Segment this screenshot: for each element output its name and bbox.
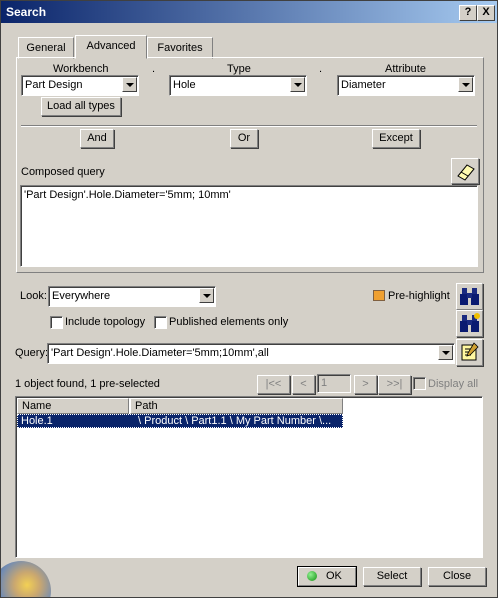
title-bar: Search ? X xyxy=(1,1,497,23)
close-window-button[interactable]: X xyxy=(477,5,495,21)
row-name: Hole.1 xyxy=(21,415,53,427)
published-only-checkbox[interactable] xyxy=(154,316,167,329)
results-status: 1 object found, 1 pre-selected xyxy=(15,378,160,390)
and-button[interactable]: And xyxy=(80,129,114,148)
display-all-checkbox[interactable] xyxy=(413,377,426,390)
chevron-down-icon[interactable] xyxy=(438,345,453,360)
column-path-label: Path xyxy=(135,400,158,412)
include-topology-checkbox[interactable] xyxy=(50,316,63,329)
column-header-name[interactable]: Name xyxy=(17,398,129,414)
look-combo[interactable]: Everywhere xyxy=(48,286,216,307)
tab-favorites[interactable]: Favorites xyxy=(147,37,213,59)
ok-label: OK xyxy=(326,570,342,582)
dot-separator: . xyxy=(319,63,323,75)
composed-query-area[interactable]: 'Part Design'.Hole.Diameter='5mm; 10mm' xyxy=(20,185,478,267)
prev-page-button[interactable]: < xyxy=(292,375,315,394)
ok-button-frame[interactable]: OK xyxy=(297,566,357,587)
row-path: \ Product \ Part1.1 \ My Part Number \..… xyxy=(138,415,332,427)
divider xyxy=(21,125,477,127)
column-header-path[interactable]: Path xyxy=(130,398,343,414)
search-dialog: Search ? X General Advanced Favorites Wo… xyxy=(0,0,498,598)
composed-query-label: Composed query xyxy=(21,166,105,178)
page-number-field[interactable]: 1 xyxy=(317,374,351,393)
attribute-combo[interactable]: Diameter xyxy=(337,75,475,96)
logo-icon xyxy=(1,561,51,597)
prehighlight-label: Pre-highlight xyxy=(388,290,450,302)
published-only-label: Published elements only xyxy=(169,316,289,328)
look-value: Everywhere xyxy=(52,290,111,302)
advanced-panel: Workbench . Type . Attribute Part Design… xyxy=(16,57,484,273)
query-value: 'Part Design'.Hole.Diameter='5mm;10mm',a… xyxy=(51,347,269,359)
or-button[interactable]: Or xyxy=(230,129,258,148)
next-page-button[interactable]: > xyxy=(354,375,377,394)
workbench-value: Part Design xyxy=(25,79,83,91)
type-label: Type xyxy=(227,63,251,75)
load-all-types-button[interactable]: Load all types xyxy=(41,97,121,116)
chevron-down-icon[interactable] xyxy=(290,77,305,92)
select-button[interactable]: Select xyxy=(363,567,421,586)
attribute-value: Diameter xyxy=(341,79,386,91)
column-name-label: Name xyxy=(22,400,52,412)
display-all-label: Display all xyxy=(428,378,479,390)
query-combo[interactable]: 'Part Design'.Hole.Diameter='5mm;10mm',a… xyxy=(47,343,455,364)
notepad-icon xyxy=(461,342,479,361)
type-value: Hole xyxy=(173,79,196,91)
tab-advanced[interactable]: Advanced xyxy=(75,35,147,59)
add-favorite-button[interactable] xyxy=(456,339,483,366)
except-button[interactable]: Except xyxy=(372,129,420,148)
ok-green-icon xyxy=(307,571,317,581)
type-combo[interactable]: Hole xyxy=(169,75,307,96)
tab-general[interactable]: General xyxy=(18,37,74,59)
page-number-value: 1 xyxy=(321,377,328,389)
table-row[interactable]: Hole.1 \ Product \ Part1.1 \ My Part Num… xyxy=(17,414,343,428)
attribute-label: Attribute xyxy=(385,63,426,75)
binoculars-icon xyxy=(460,288,479,305)
chevron-down-icon[interactable] xyxy=(122,77,137,92)
help-button[interactable]: ? xyxy=(459,5,477,21)
close-button[interactable]: Close xyxy=(428,567,486,586)
workbench-combo[interactable]: Part Design xyxy=(21,75,139,96)
chevron-down-icon[interactable] xyxy=(458,77,473,92)
dialog-title: Search xyxy=(6,5,47,19)
last-page-button[interactable]: >>| xyxy=(378,375,411,394)
search-button[interactable] xyxy=(456,283,483,310)
composed-query-text: 'Part Design'.Hole.Diameter='5mm; 10mm' xyxy=(24,189,231,201)
results-table: Name Path Hole.1 \ Product \ Part1.1 \ M… xyxy=(15,396,483,558)
dot-separator: . xyxy=(152,63,156,75)
look-label: Look: xyxy=(20,290,47,302)
workbench-label: Workbench xyxy=(53,63,109,75)
search-all-button[interactable] xyxy=(456,310,483,337)
include-topology-label: Include topology xyxy=(65,316,146,328)
binoculars-icon xyxy=(460,313,480,332)
eraser-icon xyxy=(457,164,475,181)
eraser-button[interactable] xyxy=(451,158,479,184)
prehighlight-indicator-icon[interactable] xyxy=(373,290,385,301)
chevron-down-icon[interactable] xyxy=(199,288,214,303)
ok-button[interactable]: OK xyxy=(298,567,356,586)
query-label: Query: xyxy=(15,347,49,359)
first-page-button[interactable]: |<< xyxy=(257,375,290,394)
